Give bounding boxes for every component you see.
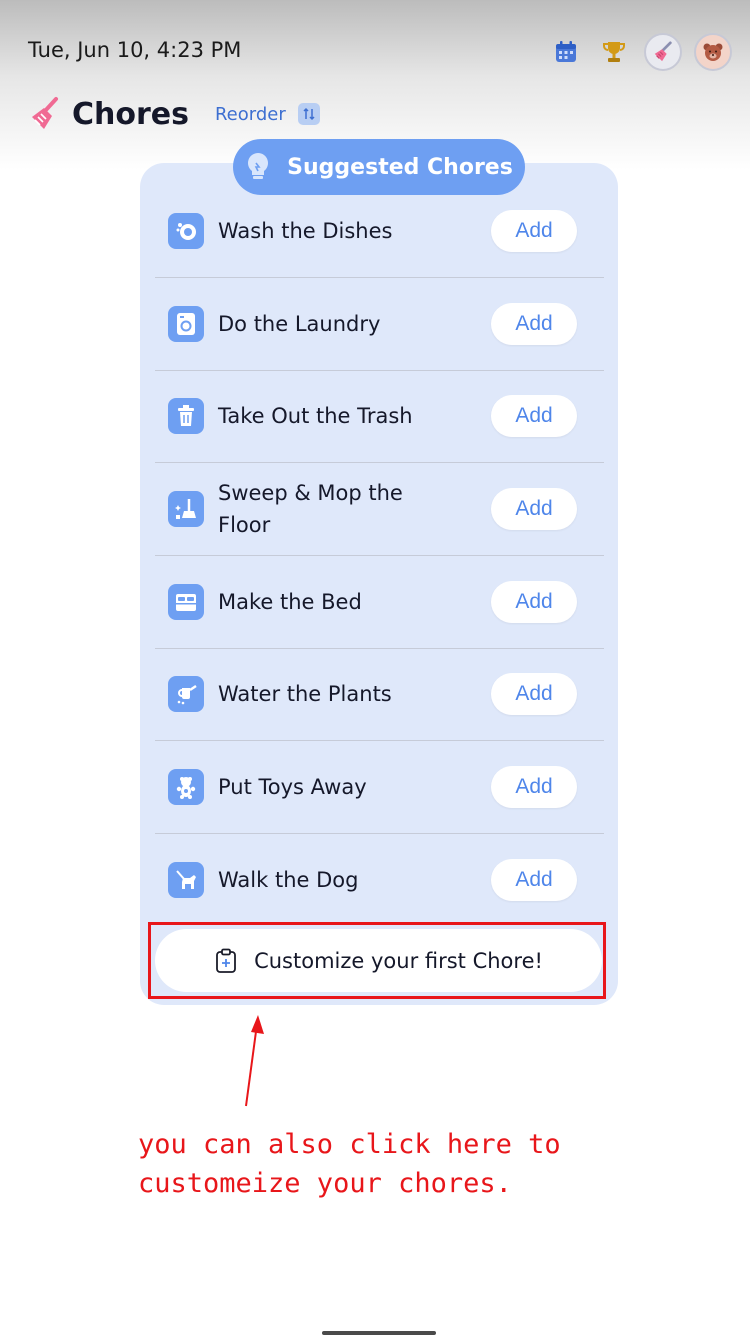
trash-icon bbox=[168, 398, 204, 434]
add-chore-button[interactable]: Add bbox=[491, 303, 577, 345]
page-title: Chores bbox=[72, 96, 189, 132]
chore-label: Walk the Dog bbox=[218, 868, 359, 892]
chore-row-dog: Walk the Dog Add bbox=[155, 834, 604, 926]
teddy-bear-icon bbox=[168, 769, 204, 805]
chore-row-bed: Make the Bed Add bbox=[155, 556, 604, 649]
chore-row-plants: Water the Plants Add bbox=[155, 648, 604, 741]
annotation-arrow bbox=[245, 1015, 264, 1107]
chore-row-sweep: Sweep & Mop the Floor Add bbox=[155, 463, 604, 556]
chore-label: Put Toys Away bbox=[218, 775, 367, 799]
status-datetime: Tue, Jun 10, 4:23 PM bbox=[28, 38, 242, 62]
top-icon-bar bbox=[548, 33, 732, 71]
washing-machine-icon bbox=[168, 306, 204, 342]
calendar-icon[interactable] bbox=[548, 34, 584, 70]
home-indicator[interactable] bbox=[322, 1331, 436, 1335]
add-chore-button[interactable]: Add bbox=[491, 859, 577, 901]
annotation-highlight-box bbox=[148, 922, 606, 999]
chores-broom-icon bbox=[32, 97, 58, 129]
chore-label: Wash the Dishes bbox=[218, 219, 393, 243]
watering-can-icon bbox=[168, 676, 204, 712]
dog-icon bbox=[168, 862, 204, 898]
chore-row-dishes: Wash the Dishes Add bbox=[155, 185, 604, 278]
bear-avatar-icon[interactable] bbox=[694, 33, 732, 71]
chore-label: Sweep & Mop the Floor bbox=[218, 481, 403, 537]
annotation-text: you can also click here to customeize yo… bbox=[138, 1129, 561, 1199]
page-header: Chores Reorder bbox=[30, 96, 320, 132]
chore-row-laundry: Do the Laundry Add bbox=[155, 278, 604, 371]
dishes-icon bbox=[168, 213, 204, 249]
add-chore-button[interactable]: Add bbox=[491, 210, 577, 252]
chore-label: Make the Bed bbox=[218, 590, 362, 614]
chore-label: Take Out the Trash bbox=[218, 404, 413, 428]
chore-row-trash: Take Out the Trash Add bbox=[155, 370, 604, 463]
chore-row-toys: Put Toys Away Add bbox=[155, 741, 604, 834]
broom-avatar-icon[interactable] bbox=[644, 33, 682, 71]
chore-label: Do the Laundry bbox=[218, 312, 381, 336]
add-chore-button[interactable]: Add bbox=[491, 488, 577, 530]
bed-icon bbox=[168, 584, 204, 620]
chore-label: Water the Plants bbox=[218, 682, 392, 706]
suggested-chores-title: Suggested Chores bbox=[287, 154, 513, 180]
reorder-icon[interactable] bbox=[297, 103, 320, 125]
sweep-icon bbox=[168, 491, 204, 527]
reorder-button[interactable]: Reorder bbox=[215, 104, 286, 125]
lightbulb-icon bbox=[248, 153, 269, 179]
trophy-icon[interactable] bbox=[596, 34, 632, 70]
add-chore-button[interactable]: Add bbox=[491, 766, 577, 808]
add-chore-button[interactable]: Add bbox=[491, 395, 577, 437]
add-chore-button[interactable]: Add bbox=[491, 581, 577, 623]
add-chore-button[interactable]: Add bbox=[491, 673, 577, 715]
